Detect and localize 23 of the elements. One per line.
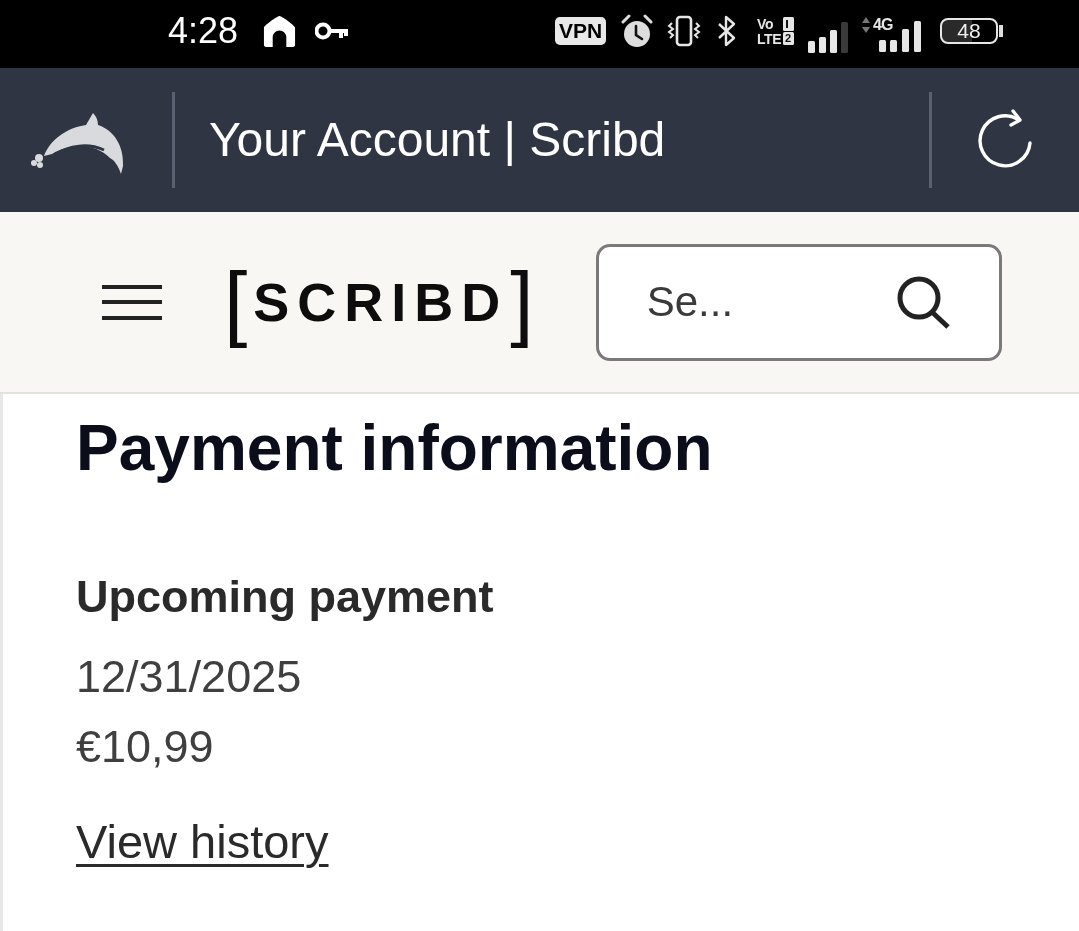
vibrate-icon <box>667 14 702 48</box>
key-icon <box>315 22 350 40</box>
sim-slot-icon <box>783 16 794 31</box>
view-history-link[interactable]: View history <box>76 814 329 870</box>
signal-strength-icon <box>808 21 848 53</box>
alarm-clock-icon <box>620 14 655 48</box>
section-title: Upcoming payment <box>76 570 494 623</box>
page-title: Your Account | Scribd <box>209 112 667 168</box>
battery-indicator: 48 <box>940 18 1003 44</box>
payment-amount: €10,99 <box>76 720 214 774</box>
sim-slot-number: 2 <box>783 32 794 45</box>
scribd-logo[interactable]: [SCRIBD] <box>224 252 534 352</box>
network-type: 4G <box>873 16 893 34</box>
menu-icon[interactable] <box>102 284 162 320</box>
search-field[interactable]: Se... <box>595 243 1002 361</box>
page-heading: Payment information <box>76 411 713 486</box>
clock-time: 4:28 <box>168 11 239 51</box>
vpn-indicator: VPN <box>554 17 607 45</box>
data-arrows-icon <box>862 17 870 33</box>
volte-label: LTE <box>757 31 781 46</box>
home-icon <box>262 13 298 49</box>
volte-label: Vo <box>757 16 774 31</box>
payment-date: 12/31/2025 <box>76 650 302 704</box>
